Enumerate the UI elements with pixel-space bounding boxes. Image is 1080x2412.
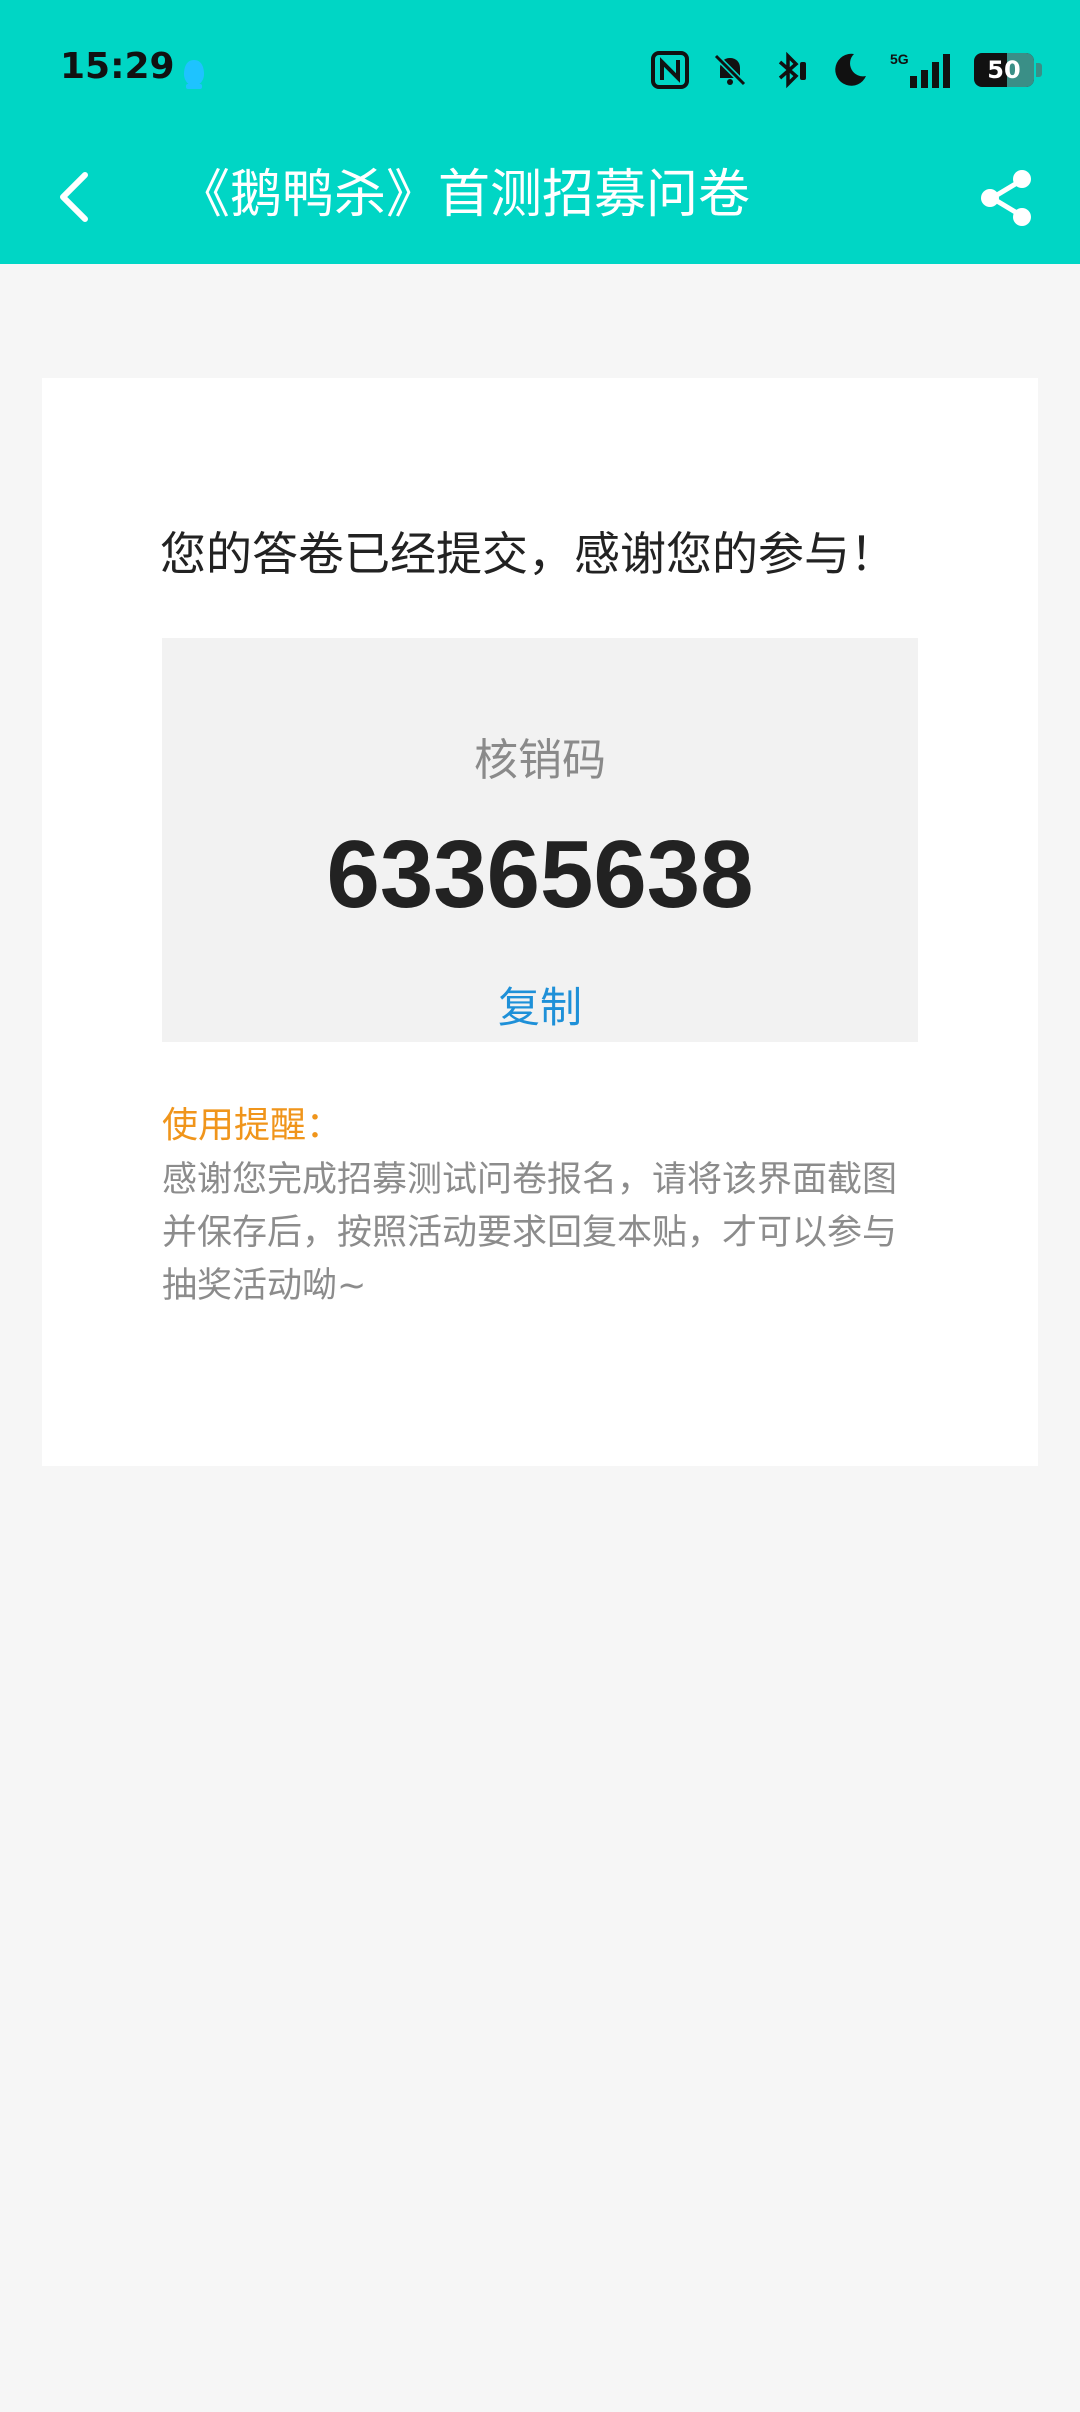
tip-title: 使用提醒：: [162, 1105, 343, 1146]
battery-icon: 50: [974, 52, 1044, 88]
share-icon: [981, 170, 1031, 226]
success-message: 您的答卷已经提交，感谢您的参与！: [160, 527, 896, 581]
svg-text:5G: 5G: [890, 51, 909, 67]
header: 15:29 5G 50 《鹅鸭杀》首测招募问卷: [0, 0, 1080, 264]
page-title: 《鹅鸭杀》首测招募问卷: [178, 165, 751, 225]
battery-level: 50: [987, 56, 1021, 84]
redeem-code-box: 核销码 63365638 复制: [162, 638, 918, 1042]
share-button[interactable]: [968, 160, 1044, 236]
status-time: 15:29: [60, 46, 175, 87]
tip-body: 感谢您完成招募测试问卷报名，请将该界面截图并保存后，按照活动要求回复本贴，才可以…: [162, 1160, 898, 1306]
code-value: 63365638: [326, 821, 754, 928]
5g-signal-icon: 5G: [890, 51, 950, 88]
app-bar: 《鹅鸭杀》首测招募问卷: [0, 140, 1080, 264]
status-bar: 15:29 5G 50: [0, 0, 1080, 140]
nfc-icon: [651, 51, 689, 89]
copy-button[interactable]: 复制: [162, 974, 918, 1035]
code-label: 核销码: [474, 735, 606, 786]
chevron-left-icon: [60, 172, 88, 222]
mute-bell-icon: [713, 53, 747, 87]
status-icons: 5G 50: [650, 48, 1044, 92]
result-card: 您的答卷已经提交，感谢您的参与！ 核销码 63365638 复制 使用提醒： 感…: [42, 378, 1038, 1466]
bluetooth-icon: [778, 51, 806, 89]
back-button[interactable]: [40, 162, 110, 232]
do-not-disturb-moon-icon: [835, 53, 866, 86]
notification-icon: [184, 60, 204, 89]
